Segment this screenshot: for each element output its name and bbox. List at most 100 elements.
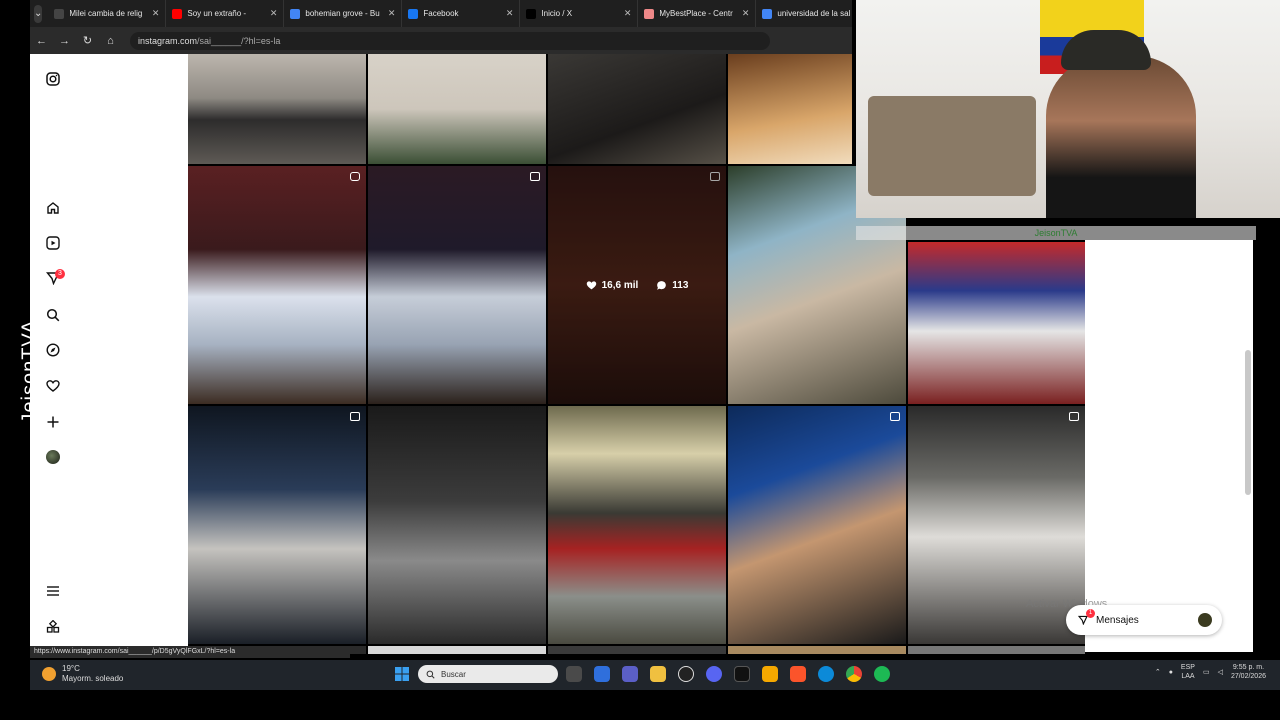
task-view-icon[interactable] — [566, 666, 582, 682]
messages-badge: 3 — [55, 269, 65, 279]
post-thumbnail[interactable]: 16,6 mil 113 — [548, 166, 726, 404]
post-thumbnail[interactable] — [368, 54, 546, 164]
tab-favicon-icon — [408, 8, 419, 19]
file-explorer-icon[interactable] — [650, 666, 666, 682]
carousel-marker-icon — [890, 412, 900, 421]
post-thumbnail[interactable] — [368, 166, 546, 404]
tab-favicon-icon — [172, 8, 183, 19]
clock-time: 9:55 p. m. — [1232, 664, 1265, 671]
browser-tab[interactable]: Facebook ✕ — [402, 0, 521, 27]
edge-icon[interactable] — [818, 666, 834, 682]
home-icon[interactable] — [44, 199, 62, 217]
taskbar-search[interactable]: Buscar — [418, 665, 558, 683]
url-field[interactable]: instagram.com/sai______/?hl=es-la — [130, 31, 770, 50]
post-thumbnail[interactable] — [548, 54, 726, 164]
weather-condition: Mayorm. soleado — [62, 674, 124, 683]
likes-stat: 16,6 mil — [586, 279, 639, 291]
tray-overflow-icon[interactable]: ⌃ — [1155, 668, 1161, 676]
hover-stats-overlay: 16,6 mil 113 — [548, 166, 726, 404]
carousel-marker-icon — [530, 172, 540, 181]
chrome-icon[interactable] — [846, 666, 862, 682]
tab-title: universidad de la sal — [777, 9, 851, 18]
post-thumbnail[interactable] — [368, 406, 546, 644]
tab-close-icon[interactable]: ✕ — [388, 8, 396, 19]
more-icon[interactable] — [44, 618, 62, 636]
search-icon[interactable] — [44, 306, 62, 324]
post-thumbnail[interactable] — [368, 646, 546, 654]
post-thumbnail[interactable] — [728, 54, 852, 164]
brave-icon[interactable] — [790, 666, 806, 682]
webcam-label: JeisonTVA — [856, 226, 1256, 240]
post-thumbnail[interactable] — [908, 646, 1085, 654]
post-thumbnail[interactable] — [728, 646, 906, 654]
tab-close-icon[interactable]: ✕ — [152, 8, 160, 19]
browser-tab[interactable]: bohemian grove - Bu ✕ — [284, 0, 403, 27]
forward-icon[interactable]: → — [53, 35, 76, 47]
browser-tab[interactable]: Inicio / X ✕ — [520, 0, 639, 27]
comment-bubble-icon — [657, 280, 667, 290]
messages-count-badge: 1 — [1086, 609, 1095, 618]
address-bar: ← → ↻ ⌂ instagram.com/sai______/?hl=es-l… — [30, 27, 852, 54]
likes-count: 16,6 mil — [601, 279, 639, 291]
tab-favicon-icon — [54, 8, 65, 19]
system-tray: ⌃ ● ESP LAA ▭ ◁ 9:55 p. m. 27/02/2026 — [1155, 663, 1266, 681]
post-thumbnail[interactable] — [188, 166, 366, 404]
menu-icon[interactable] — [44, 582, 62, 600]
page-scrollbar[interactable] — [1245, 350, 1251, 495]
home-button-icon[interactable]: ⌂ — [99, 35, 122, 47]
copilot-icon[interactable] — [594, 666, 610, 682]
tab-close-icon[interactable]: ✕ — [624, 8, 632, 19]
heart-icon[interactable] — [44, 377, 62, 395]
spotify-icon[interactable] — [874, 666, 890, 682]
tab-title: Facebook — [423, 9, 459, 18]
page-right-area — [1085, 240, 1253, 652]
language-code: ESP — [1180, 664, 1195, 671]
tab-title: Soy un extraño - — [187, 9, 247, 18]
post-thumbnail[interactable] — [188, 54, 366, 164]
clock[interactable]: 9:55 p. m. 27/02/2026 — [1231, 663, 1266, 681]
like-heart-icon — [586, 280, 596, 289]
app-icon[interactable] — [762, 666, 778, 682]
tab-title: Milei cambia de relig — [69, 9, 143, 18]
instagram-logo-icon[interactable] — [44, 70, 62, 88]
tab-close-icon[interactable]: ✕ — [506, 8, 514, 19]
browser-tab[interactable]: Milei cambia de relig ✕ — [48, 0, 167, 27]
volume-icon[interactable]: ◁ — [1218, 668, 1223, 676]
microphone-icon[interactable]: ● — [1169, 669, 1173, 676]
post-thumbnail[interactable] — [908, 242, 1085, 404]
profile-avatar[interactable] — [44, 448, 62, 466]
temperature: 19°C — [62, 664, 80, 673]
chatgpt-icon[interactable] — [678, 666, 694, 682]
discord-icon[interactable] — [706, 666, 722, 682]
messages-button[interactable]: 1 Mensajes — [1066, 605, 1222, 635]
webcam-overlay — [856, 0, 1280, 218]
beanie-decoration — [1061, 30, 1151, 70]
explore-icon[interactable] — [44, 341, 62, 359]
post-thumbnail[interactable] — [188, 406, 366, 644]
streamer-figure — [1046, 56, 1196, 218]
clock-date: 27/02/2026 — [1230, 673, 1266, 680]
language-indicator[interactable]: ESP LAA — [1181, 663, 1195, 681]
network-icon[interactable]: ▭ — [1203, 668, 1210, 676]
reload-icon[interactable]: ↻ — [76, 34, 99, 47]
reels-icon[interactable] — [44, 234, 62, 252]
browser-tab[interactable]: MyBestPlace - Centr ✕ — [638, 0, 757, 27]
tab-close-icon[interactable]: ✕ — [270, 8, 278, 19]
back-icon[interactable]: ← — [30, 35, 53, 47]
tiktok-icon[interactable] — [734, 666, 750, 682]
tab-search-button[interactable]: ⌄ — [34, 4, 43, 23]
post-thumbnail[interactable] — [728, 406, 906, 644]
create-icon[interactable] — [44, 413, 62, 431]
comments-stat: 113 — [656, 280, 688, 291]
browser-tab[interactable]: Soy un extraño - ✕ — [166, 0, 285, 27]
post-thumbnail[interactable] — [548, 406, 726, 644]
status-url-bar: https://www.instagram.com/sai______/p/D5… — [30, 646, 350, 658]
teams-icon[interactable] — [622, 666, 638, 682]
url-path: /sai______/?hl=es-la — [197, 35, 281, 46]
tab-title: Inicio / X — [541, 9, 573, 18]
browser-tab-bar: ⌄ Milei cambia de relig ✕ Soy un extraño -… — [30, 0, 875, 27]
post-thumbnail[interactable] — [548, 646, 726, 654]
weather-widget[interactable]: 19°C Mayorm. soleado — [42, 664, 123, 684]
tab-close-icon[interactable]: ✕ — [742, 8, 750, 19]
windows-start-icon[interactable] — [394, 666, 410, 682]
